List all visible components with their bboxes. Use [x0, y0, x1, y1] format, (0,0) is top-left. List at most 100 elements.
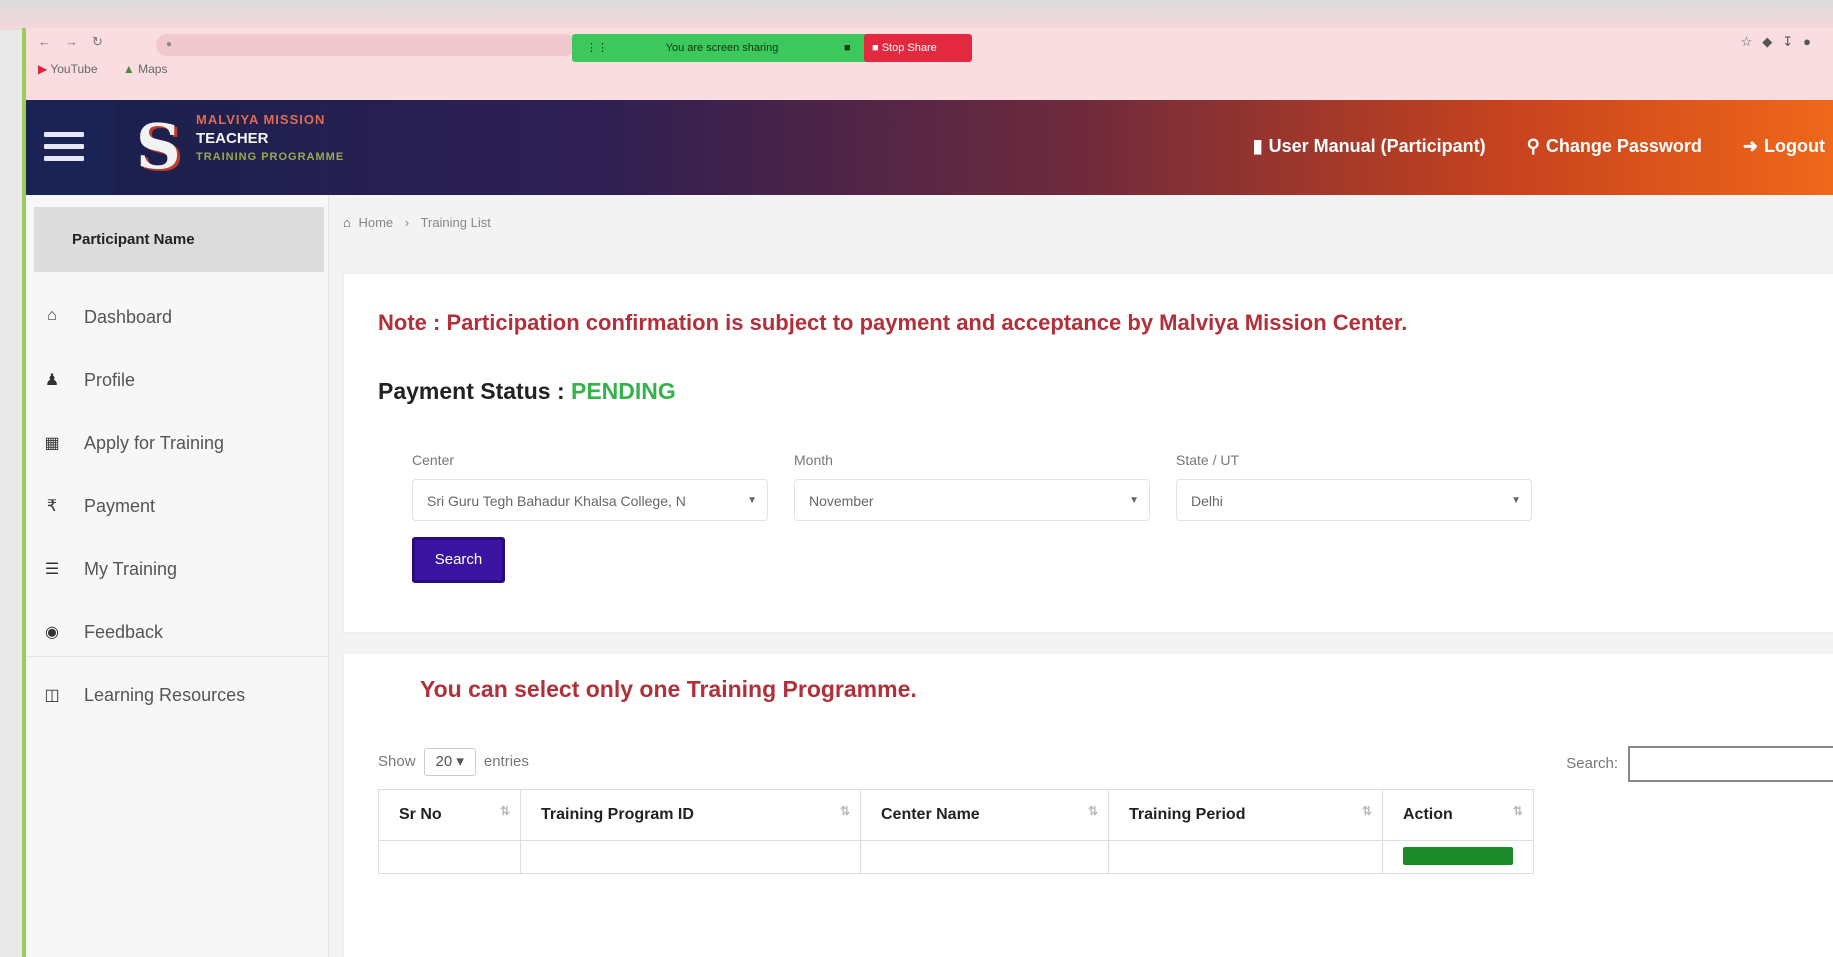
- state-label: State / UT: [1176, 452, 1240, 468]
- sidebar-item-label: My Training: [84, 559, 178, 579]
- user-manual-link[interactable]: ▮ User Manual (Participant): [1253, 136, 1486, 157]
- sidebar-item-apply-training[interactable]: ▦ Apply for Training: [26, 411, 328, 474]
- sidebar-item-my-training[interactable]: ☰ My Training: [26, 537, 328, 600]
- profile-icon[interactable]: ●: [1803, 34, 1821, 49]
- center-select[interactable]: Sri Guru Tegh Bahadur Khalsa College, N …: [412, 479, 768, 521]
- column-label: Training Period: [1129, 806, 1246, 823]
- address-bar[interactable]: ●: [156, 34, 576, 56]
- entries-select[interactable]: 20 ▾: [423, 748, 476, 776]
- payment-status: Payment Status : PENDING: [378, 378, 676, 405]
- table-cell: [1108, 840, 1383, 874]
- logo-line-1: MALVIYA MISSION: [196, 112, 326, 127]
- logout-link[interactable]: ➜ Logout: [1743, 136, 1825, 157]
- sidebar-divider: [26, 656, 328, 657]
- change-password-link[interactable]: ⚲ Change Password: [1527, 136, 1702, 157]
- month-label: Month: [794, 452, 833, 468]
- header-links: ▮ User Manual (Participant) ⚲ Change Passw…: [1217, 136, 1825, 157]
- extension-icon[interactable]: ◆: [1762, 34, 1782, 49]
- column-label: Center Name: [881, 806, 980, 823]
- state-select[interactable]: Delhi ▼: [1176, 479, 1532, 521]
- training-table: Sr No ⇅ Training Program ID ⇅ Center Name ⇅…: [378, 789, 1534, 874]
- sidebar-item-label: Feedback: [84, 622, 164, 642]
- sidebar-item-payment[interactable]: ₹ Payment: [26, 474, 328, 537]
- column-sr-no[interactable]: Sr No ⇅: [378, 789, 521, 841]
- main-content: ⌂ Home › Training List Note : Participat…: [329, 195, 1833, 957]
- chevron-down-icon: ▼: [747, 495, 757, 506]
- column-training-period[interactable]: Training Period ⇅: [1108, 789, 1383, 841]
- stop-share-button[interactable]: ■ Stop Share: [864, 34, 972, 62]
- month-select[interactable]: November ▼: [794, 479, 1150, 521]
- menu-toggle-button[interactable]: [26, 100, 116, 195]
- sidebar-item-label: Payment: [84, 496, 156, 516]
- drag-handle-icon[interactable]: ⋮⋮: [586, 34, 608, 62]
- breadcrumb-current: Training List: [420, 215, 491, 230]
- table-cell: [1382, 840, 1534, 874]
- sort-icon: ⇅: [499, 804, 510, 818]
- participation-note: Note : Participation confirmation is sub…: [378, 310, 1408, 335]
- download-icon[interactable]: ↧: [1782, 34, 1803, 49]
- reload-icon[interactable]: ↻: [92, 34, 117, 49]
- home-icon: ⌂: [343, 215, 351, 230]
- sidebar-item-label: Dashboard: [84, 307, 173, 327]
- logo-icon: S: [136, 110, 181, 183]
- star-icon[interactable]: ☆: [1741, 34, 1763, 49]
- browser-extension-icons: ☆◆↧●: [1741, 34, 1821, 50]
- entries-value: 20: [435, 753, 453, 770]
- participant-name: Participant Name: [34, 207, 324, 272]
- sort-icon: ⇅: [1087, 804, 1098, 818]
- lock-icon: ●: [166, 39, 173, 50]
- logo-line-2: TEACHER: [196, 130, 269, 147]
- sidebar-item-label: Profile: [84, 370, 136, 390]
- training-list-card: You can select only one Training Program…: [343, 653, 1833, 957]
- sidebar-item-label: Learning Resources: [84, 685, 246, 705]
- sidebar-item-profile[interactable]: ♟ Profile: [26, 348, 328, 411]
- column-label: Action: [1403, 806, 1453, 823]
- youtube-icon: ▶: [38, 62, 48, 76]
- sort-icon: ⇅: [839, 804, 850, 818]
- sidebar-item-dashboard[interactable]: ⌂ Dashboard: [26, 285, 328, 348]
- select-one-note: You can select only one Training Program…: [420, 676, 917, 702]
- search-button[interactable]: Search: [412, 537, 505, 583]
- sidebar: Participant Name ⌂ Dashboard ♟ Profile ▦…: [26, 195, 329, 957]
- column-center-name[interactable]: Center Name ⇅: [860, 789, 1109, 841]
- bookmark-maps[interactable]: ▲ Maps: [123, 62, 168, 76]
- screen-share-bar: ⋮⋮ You are screen sharing ■: [572, 34, 872, 62]
- logo-line-3: TRAINING PROGRAMME: [196, 151, 345, 163]
- forward-icon[interactable]: →: [65, 34, 92, 49]
- maps-icon: ▲: [122, 62, 135, 76]
- center-label: Center: [412, 452, 455, 468]
- breadcrumb-home[interactable]: Home: [358, 215, 393, 230]
- breadcrumb-separator: ›: [404, 215, 410, 230]
- payment-status-value: PENDING: [571, 378, 676, 404]
- sort-icon: ⇅: [1512, 804, 1523, 818]
- bookmark-label: YouTube: [50, 62, 98, 76]
- sidebar-item-feedback[interactable]: ◉ Feedback: [26, 600, 328, 663]
- browser-toolbar: ←→↻ ● ⋮⋮ You are screen sharing ■ ■ Stop…: [26, 28, 1833, 100]
- home-icon: ⌂: [47, 307, 57, 324]
- column-label: Training Program ID: [541, 806, 694, 823]
- browser-nav-buttons: ←→↻: [38, 34, 117, 50]
- rupee-icon: ₹: [46, 498, 58, 515]
- table-search-label: Search:: [1566, 754, 1618, 772]
- stop-share-label: Stop Share: [881, 42, 937, 54]
- column-training-program-id[interactable]: Training Program ID ⇅: [520, 789, 861, 841]
- table-cell: [860, 840, 1109, 874]
- table-search-input[interactable]: [1628, 746, 1833, 782]
- bookmark-label: Maps: [138, 62, 168, 76]
- show-label: Show: [378, 753, 416, 770]
- back-icon[interactable]: ←: [38, 34, 65, 49]
- stop-icon: ■: [872, 42, 879, 54]
- select-training-button[interactable]: [1403, 846, 1513, 865]
- feedback-icon: ◉: [45, 624, 59, 641]
- chevron-down-icon: ▼: [1511, 495, 1521, 506]
- screen-share-text: You are screen sharing: [665, 42, 779, 54]
- bookmark-youtube[interactable]: ▶ YouTube: [38, 62, 98, 76]
- column-action[interactable]: Action ⇅: [1382, 789, 1534, 841]
- site-logo[interactable]: MALVIYA MISSION TEACHER TRAINING PROGRAM…: [196, 110, 344, 167]
- pause-share-icon[interactable]: ■: [844, 34, 851, 62]
- sidebar-item-learning-resources[interactable]: ◫ Learning Resources: [26, 663, 328, 726]
- show-entries: Show 20 ▾ entries: [378, 748, 529, 776]
- sidebar-nav: ⌂ Dashboard ♟ Profile ▦ Apply for Traini…: [26, 285, 328, 726]
- chevron-down-icon: ▼: [1129, 495, 1139, 506]
- calendar-icon: ▦: [44, 435, 60, 452]
